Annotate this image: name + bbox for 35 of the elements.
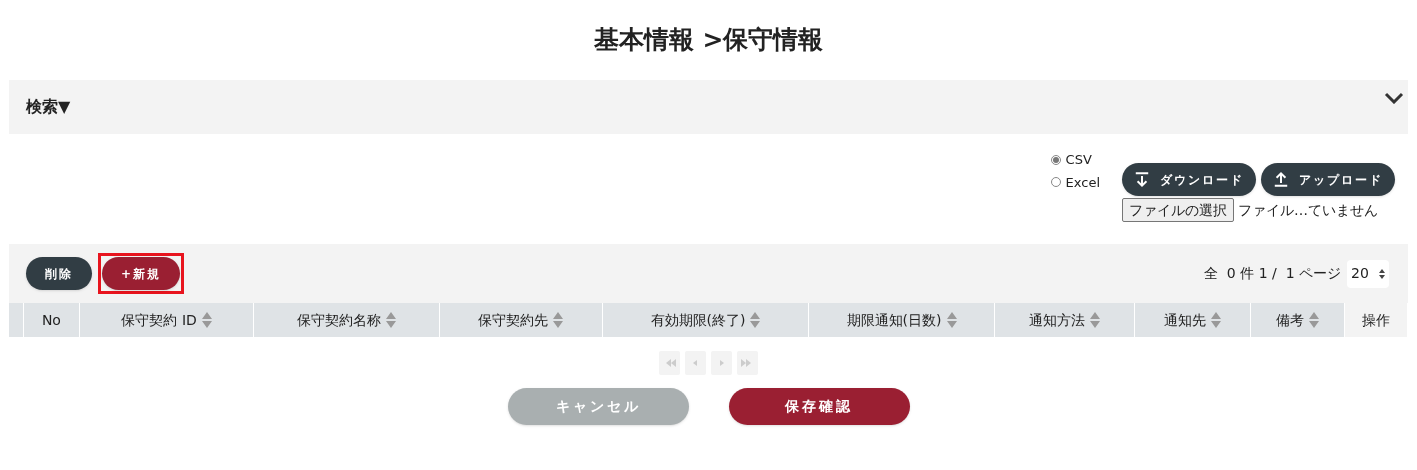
sort-icon[interactable] bbox=[201, 312, 212, 328]
column-header[interactable]: 操作 bbox=[1345, 303, 1408, 337]
save-confirm-button[interactable]: 保存確認 bbox=[728, 388, 910, 425]
sort-icon[interactable] bbox=[946, 312, 957, 328]
column-header[interactable]: 保守契約先 bbox=[440, 303, 603, 337]
sort-icon[interactable] bbox=[553, 312, 564, 328]
column-header[interactable]: 期限通知(日数) bbox=[809, 303, 995, 337]
page-title: 基本情報 >保守情報 bbox=[593, 24, 824, 57]
new-button[interactable]: +新規 bbox=[102, 257, 180, 290]
paging-info: 全 0 件 1 / 1 ページ bbox=[1203, 264, 1341, 283]
search-panel[interactable]: 検索▼ bbox=[9, 80, 1408, 134]
column-header[interactable]: 有効期限(終了) bbox=[602, 303, 810, 337]
download-icon bbox=[1134, 171, 1150, 188]
file-status: ファイル…ていません bbox=[1238, 200, 1378, 220]
radio-label[interactable]: Excel bbox=[1065, 172, 1100, 192]
column-header[interactable]: No bbox=[23, 303, 80, 337]
chevron-icon[interactable] bbox=[1384, 92, 1404, 104]
column-header[interactable]: 保守契約 ID bbox=[79, 303, 255, 337]
column-header[interactable]: 保守契約名称 bbox=[254, 303, 441, 337]
sort-icon[interactable] bbox=[386, 312, 397, 328]
download-button[interactable]: ダウンロード bbox=[1122, 163, 1256, 196]
sort-icon[interactable] bbox=[1089, 312, 1100, 328]
page-size-select[interactable]: 20 bbox=[1347, 259, 1389, 288]
upload-icon bbox=[1273, 171, 1289, 188]
column-header[interactable]: 通知方法 bbox=[994, 303, 1135, 337]
sort-icon[interactable] bbox=[1309, 312, 1320, 328]
upload-button[interactable]: アップロード bbox=[1261, 163, 1395, 196]
sort-icon[interactable] bbox=[750, 312, 761, 328]
search-toggle[interactable]: 検索▼ bbox=[26, 95, 71, 119]
choose-file-button[interactable]: ファイルの選択 bbox=[1122, 198, 1234, 222]
delete-button[interactable]: 削除 bbox=[26, 257, 92, 290]
spinner-arrows-icon[interactable] bbox=[1379, 268, 1385, 279]
column-header[interactable]: 通知先 bbox=[1134, 303, 1252, 337]
sort-icon[interactable] bbox=[1210, 312, 1221, 328]
radio-label[interactable]: CSV bbox=[1065, 150, 1092, 170]
